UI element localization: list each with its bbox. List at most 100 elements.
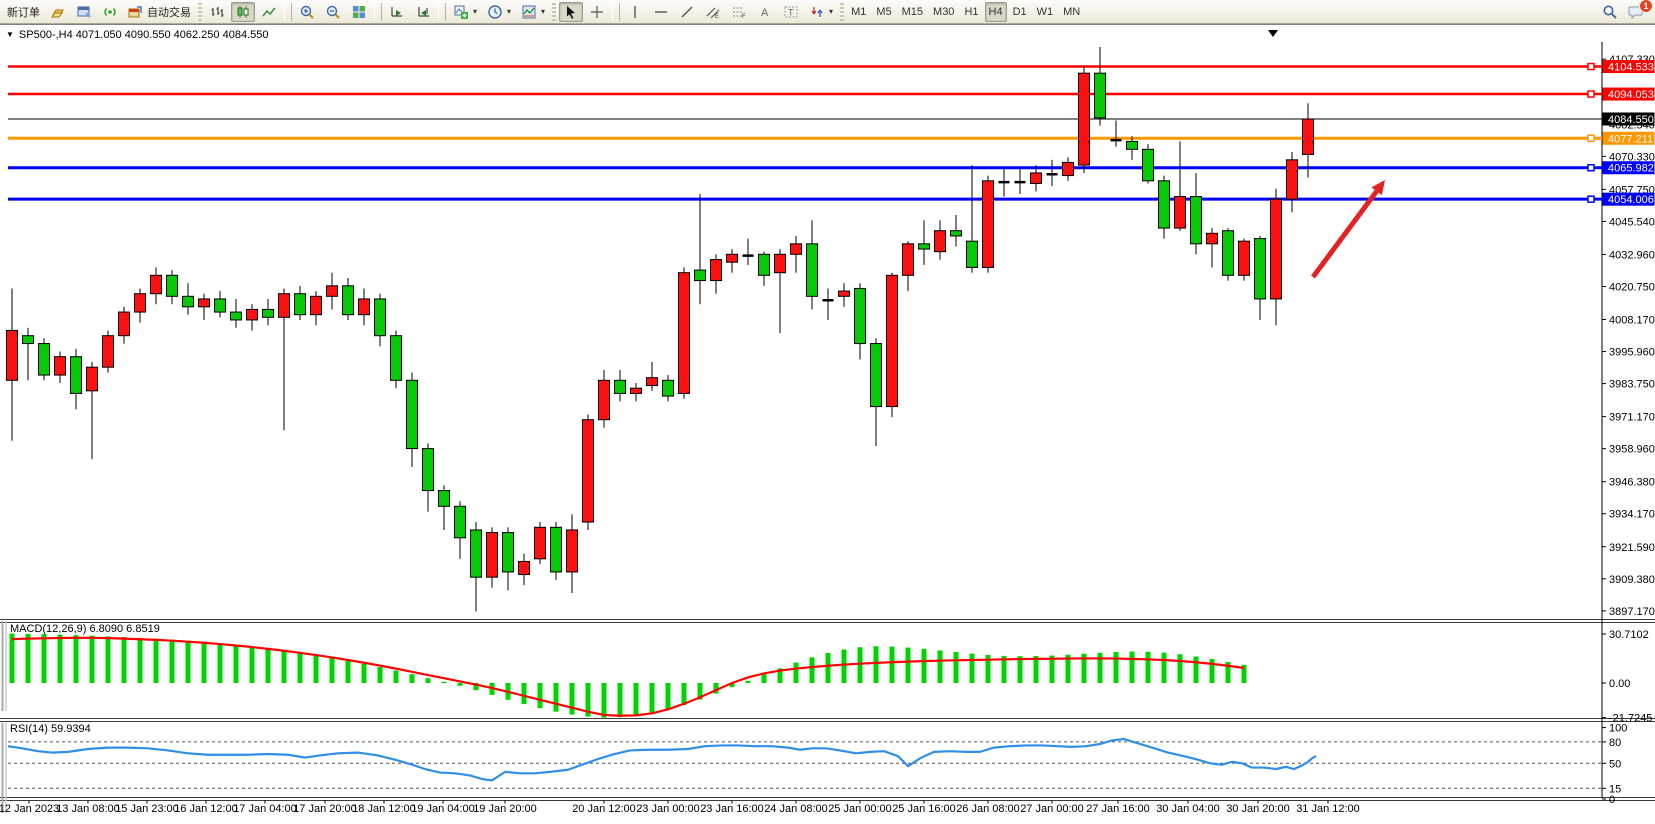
candle	[935, 231, 946, 252]
timeframe-M5[interactable]: M5	[872, 2, 895, 22]
svg-text:4094.053: 4094.053	[1608, 89, 1654, 101]
timeframe-M1[interactable]: M1	[847, 2, 870, 22]
svg-text:3958.960: 3958.960	[1609, 444, 1655, 456]
horizontal-line-icon	[653, 4, 669, 20]
chart-title-bar[interactable]: ▼ SP500-,H4 4071.050 4090.550 4062.250 4…	[0, 27, 1655, 42]
candlestick-icon	[235, 4, 251, 20]
zoom-out-button[interactable]	[321, 2, 345, 22]
line-handle[interactable]	[1588, 64, 1594, 70]
candle	[871, 344, 882, 407]
timeframe-label: H1	[964, 6, 978, 18]
candle	[679, 273, 690, 394]
line-handle[interactable]	[1588, 135, 1594, 141]
svg-text:3995.960: 3995.960	[1609, 347, 1655, 359]
toolbar-separator	[438, 3, 446, 21]
chart-shift-icon	[415, 4, 431, 20]
svg-text:0: 0	[1609, 794, 1615, 806]
candle	[1271, 199, 1282, 299]
time-label: 16 Jan 12:00	[174, 803, 238, 815]
candle	[887, 275, 898, 406]
auto-scroll-button[interactable]	[385, 2, 409, 22]
auto-scroll-icon	[389, 4, 405, 20]
timeframe-W1[interactable]: W1	[1033, 2, 1058, 22]
candle	[727, 254, 738, 262]
auto-trading-button[interactable]: 自动交易	[124, 2, 195, 22]
tile-windows-button[interactable]	[347, 2, 371, 22]
timeframe-H1[interactable]: H1	[960, 2, 982, 22]
timeframe-D1[interactable]: D1	[1009, 2, 1031, 22]
notifications-button[interactable]: 1	[1624, 2, 1648, 22]
chart-dropdown-icon[interactable]: ▼	[6, 30, 14, 39]
candle	[1287, 160, 1298, 199]
line-handle[interactable]	[1588, 165, 1594, 171]
candle	[551, 527, 562, 572]
zoom-in-button[interactable]	[295, 2, 319, 22]
timeframe-M15[interactable]: M15	[898, 2, 927, 22]
svg-text:0.00: 0.00	[1609, 678, 1630, 690]
chart-shift-button[interactable]	[411, 2, 435, 22]
time-label: 30 Jan 20:00	[1226, 803, 1290, 815]
candle	[183, 296, 194, 307]
rsi-label: RSI(14) 59.9394	[10, 723, 91, 735]
time-label: 12 Jan 2023	[0, 803, 59, 815]
svg-text:4084.550: 4084.550	[1608, 114, 1654, 126]
svg-text:4045.540: 4045.540	[1609, 216, 1655, 228]
text-label-button[interactable]: T	[779, 2, 803, 22]
time-label: 17 Jan 04:00	[233, 803, 297, 815]
horizontal-line-button[interactable]	[649, 2, 673, 22]
vertical-line-button[interactable]	[623, 2, 647, 22]
candlestick-button[interactable]	[231, 2, 255, 22]
candle	[535, 527, 546, 559]
period-clock-button[interactable]: ▾	[483, 2, 515, 22]
candle	[455, 506, 466, 538]
svg-text:3897.170: 3897.170	[1609, 606, 1655, 618]
trend-arrow[interactable]	[1313, 180, 1385, 277]
svg-text:3983.750: 3983.750	[1609, 379, 1655, 391]
candle	[263, 309, 274, 317]
candle	[1031, 173, 1042, 184]
bar-chart-button[interactable]	[205, 2, 229, 22]
line-chart-button[interactable]	[257, 2, 281, 22]
trendline-button[interactable]	[675, 2, 699, 22]
timeframe-H4[interactable]: H4	[985, 2, 1007, 22]
candle	[1159, 181, 1170, 228]
template-button[interactable]: ▾	[517, 2, 549, 22]
new-order-button[interactable]: 新订单	[3, 2, 44, 22]
candle	[311, 296, 322, 314]
timeframe-M30[interactable]: M30	[929, 2, 958, 22]
terminal-button[interactable]	[72, 2, 96, 22]
fibonacci-button[interactable]: F	[727, 2, 751, 22]
chart-canvas[interactable]: 4107.3304082.5404070.3304057.7504045.540…	[0, 42, 1655, 824]
timeframe-MN[interactable]: MN	[1059, 2, 1084, 22]
toolbar-grip	[198, 3, 202, 21]
gold-ingot-button[interactable]	[46, 2, 70, 22]
signal-button[interactable]	[98, 2, 122, 22]
text-icon: A	[757, 4, 773, 20]
candle	[951, 231, 962, 236]
cursor-button[interactable]	[559, 2, 583, 22]
mt4-window: 新订单 自动交易 ▾ ▾ ▾ E F A T ▾ M	[0, 0, 1655, 824]
chart-shift-marker-icon[interactable]	[1268, 30, 1278, 37]
candle	[583, 420, 594, 522]
chart-title: SP500-,H4 4071.050 4090.550 4062.250 408…	[19, 29, 269, 41]
time-label: 13 Jan 08:00	[56, 803, 120, 815]
search-button[interactable]	[1598, 2, 1622, 22]
crosshair-icon	[589, 4, 605, 20]
toolbar-grip	[552, 3, 556, 21]
crosshair-button[interactable]	[585, 2, 609, 22]
terminal-icon	[76, 4, 92, 20]
candle	[807, 244, 818, 297]
panel-frames	[0, 42, 1655, 813]
candle	[439, 491, 450, 507]
channel-button[interactable]: E	[701, 2, 725, 22]
line-handle[interactable]	[1588, 196, 1594, 202]
candle	[759, 254, 770, 275]
candle	[775, 254, 786, 272]
zoom-in-icon	[299, 4, 315, 20]
line-handle[interactable]	[1588, 91, 1594, 97]
text-button[interactable]: A	[753, 2, 777, 22]
add-indicator-button[interactable]: ▾	[449, 2, 481, 22]
arrows-button[interactable]: ▾	[805, 2, 837, 22]
time-label: 20 Jan 12:00	[572, 803, 636, 815]
candle	[1175, 197, 1186, 229]
